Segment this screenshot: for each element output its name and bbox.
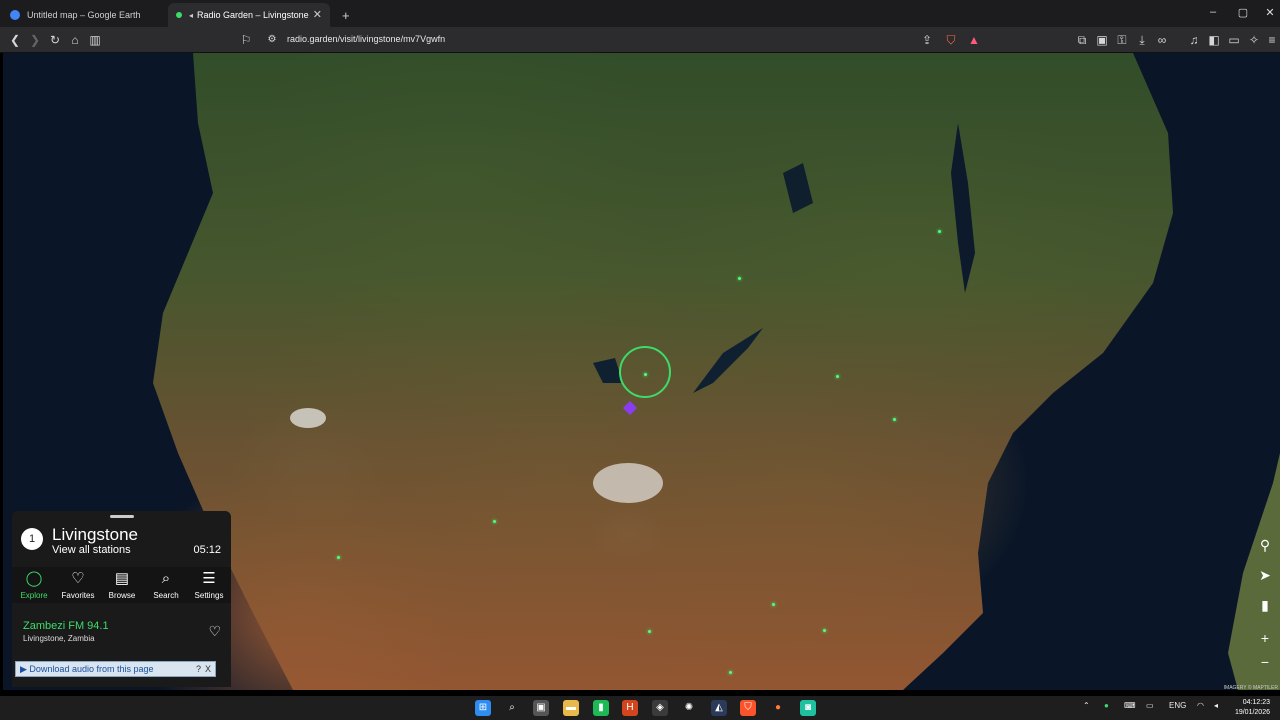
back-icon[interactable]: ❮	[7, 32, 23, 48]
zoom-out-icon[interactable]: −	[1256, 653, 1274, 671]
link-icon[interactable]: ∞	[1154, 32, 1170, 48]
settings-button[interactable]: ☰ Settings	[187, 569, 231, 600]
station-dot[interactable]	[493, 520, 496, 523]
editor-app-icon[interactable]: ◭	[711, 700, 727, 716]
tray-chevron-icon[interactable]: ⌃	[1083, 701, 1090, 710]
tab-title: Untitled map – Google Earth	[27, 10, 141, 20]
display-icon[interactable]: ▭	[1146, 701, 1154, 710]
teal-app-icon[interactable]: ◙	[800, 700, 816, 716]
close-window-button[interactable]: ✕	[1260, 6, 1280, 19]
tab-title: Radio Garden – Livingstone	[197, 10, 309, 20]
station-count-badge: 1	[21, 528, 43, 550]
language-indicator[interactable]: ENG	[1169, 701, 1186, 710]
browser-menu-icon[interactable]: ≡	[1264, 32, 1280, 48]
station-location: Livingstone, Zambia	[23, 634, 95, 643]
menu-icon: ☰	[202, 570, 216, 587]
chatgpt-icon[interactable]: ✺	[681, 700, 697, 716]
map-icon: ▤	[114, 570, 130, 587]
rewards-icon[interactable]: ▲	[966, 32, 982, 48]
station-dot[interactable]	[893, 418, 896, 421]
close-tab-icon[interactable]: ✕	[313, 8, 322, 21]
browser-toolbar: ❮ ❯ ↻ ⌂ ▥ ⚐ ⚙ radio.garden/visit/livings…	[0, 27, 1280, 53]
site-settings-icon[interactable]: ⚙	[264, 32, 280, 48]
heart-icon: ♡	[71, 570, 85, 587]
station-dot[interactable]	[938, 230, 941, 233]
place-title: Livingstone	[52, 525, 139, 544]
forward-icon[interactable]: ❯	[27, 32, 43, 48]
keyboard-icon[interactable]: ⌨	[1124, 701, 1136, 710]
brave-shields-icon[interactable]: ⛉	[943, 32, 959, 48]
explore-icon: ◯	[25, 570, 43, 587]
google-earth-favicon-icon	[10, 10, 20, 20]
search-button[interactable]: ⌕ Search	[144, 569, 188, 600]
station-dot[interactable]	[729, 671, 732, 674]
home-icon[interactable]: ⌂	[67, 32, 83, 48]
share-icon[interactable]: ⇪	[919, 32, 935, 48]
new-tab-button[interactable]: +	[334, 3, 354, 27]
file-explorer-icon[interactable]: ▬	[563, 700, 579, 716]
system-clock[interactable]: 04:12:23 19/01/2026	[1235, 698, 1270, 718]
game-app-icon[interactable]: ◈	[652, 700, 668, 716]
password-icon[interactable]: ⚿	[1114, 32, 1130, 48]
minimize-button[interactable]: –	[1203, 6, 1223, 18]
leo-ai-icon[interactable]: ✧	[1246, 32, 1262, 48]
station-dot[interactable]	[772, 603, 775, 606]
tab-strip: Untitled map – Google Earth ◂ Radio Gard…	[0, 0, 1280, 27]
tab-radio-garden[interactable]: ◂ Radio Garden – Livingstone ✕	[168, 3, 330, 27]
browse-button[interactable]: ▤ Browse	[100, 569, 144, 600]
search-icon[interactable]: ⌕	[504, 700, 520, 716]
station-panel: 1 Livingstone View all stations 05:12 ◯ …	[12, 511, 231, 687]
panel-nav: ◯ Explore ♡ Favorites ▤ Browse ⌕ Search …	[12, 567, 231, 603]
panel-drag-handle[interactable]	[110, 515, 134, 518]
extensions-icon[interactable]: ⧉	[1074, 32, 1090, 48]
station-name[interactable]: Zambezi FM 94.1	[23, 620, 109, 632]
download-audio-bar[interactable]: ▶ Download audio from this page ? X	[15, 661, 216, 677]
favorite-heart-icon[interactable]: ♡	[208, 623, 221, 640]
search-icon: ⌕	[161, 570, 171, 587]
green-app-icon[interactable]: ▮	[593, 700, 609, 716]
wallet-icon[interactable]: ▭	[1226, 32, 1242, 48]
station-dot[interactable]	[836, 375, 839, 378]
station-dot[interactable]	[738, 277, 741, 280]
address-bar[interactable]: ⚙ radio.garden/visit/livingstone/mv7Vgwf…	[236, 30, 990, 50]
maximize-button[interactable]: ▢	[1233, 6, 1253, 19]
local-time: 05:12	[193, 544, 221, 556]
speaker-icon: ◂	[189, 10, 194, 20]
sidebar-toggle-icon[interactable]: ◧	[1206, 32, 1222, 48]
help-icon[interactable]: ?	[196, 662, 201, 676]
lock-icon[interactable]: ▮	[1256, 596, 1274, 614]
media-icon[interactable]: ♫	[1186, 32, 1202, 48]
close-icon[interactable]: X	[205, 662, 211, 676]
task-view-icon[interactable]: ▣	[533, 700, 549, 716]
play-icon: ▶	[20, 664, 30, 674]
audio-playing-icon	[176, 12, 182, 18]
start-icon[interactable]: ⊞	[475, 700, 491, 716]
favorites-button[interactable]: ♡ Favorites	[56, 569, 100, 600]
map-attribution: IMAGERY © MAPTILER	[1223, 685, 1278, 691]
reload-icon[interactable]: ↻	[47, 32, 63, 48]
download-icon[interactable]: ⤓	[1134, 32, 1150, 48]
selected-location-ring	[619, 346, 671, 398]
zoom-in-icon[interactable]: +	[1256, 629, 1274, 647]
url-text[interactable]: radio.garden/visit/livingstone/mv7Vgwfn	[287, 34, 445, 44]
station-dot[interactable]	[337, 556, 340, 559]
sidebar-icon[interactable]: ▥	[87, 32, 103, 48]
balloon-icon[interactable]: ⚲	[1256, 536, 1274, 554]
microphone-icon[interactable]: ●	[1104, 701, 1109, 710]
tab-google-earth[interactable]: Untitled map – Google Earth	[2, 3, 166, 27]
explore-button[interactable]: ◯ Explore	[12, 569, 56, 600]
wifi-icon[interactable]: ◠	[1197, 701, 1204, 710]
station-dot[interactable]	[823, 629, 826, 632]
microphone-app-icon[interactable]: ●	[770, 700, 786, 716]
locate-me-icon[interactable]: ➤	[1256, 566, 1274, 584]
view-all-stations-link[interactable]: View all stations	[52, 544, 131, 556]
download-audio-label[interactable]: Download audio from this page	[29, 664, 153, 674]
h-app-icon[interactable]: H	[622, 700, 638, 716]
windows-taskbar: ⊞ ⌕ ▣ ▬ ▮ H ◈ ✺ ◭ ⛉ ● ◙ ⌃ ● ⌨ ▭ ENG ◠ ◂ …	[0, 696, 1280, 720]
brave-browser-icon[interactable]: ⛉	[740, 700, 756, 716]
screenshot-icon[interactable]: ▣	[1094, 32, 1110, 48]
station-dot[interactable]	[648, 630, 651, 633]
volume-icon[interactable]: ◂	[1214, 701, 1218, 710]
